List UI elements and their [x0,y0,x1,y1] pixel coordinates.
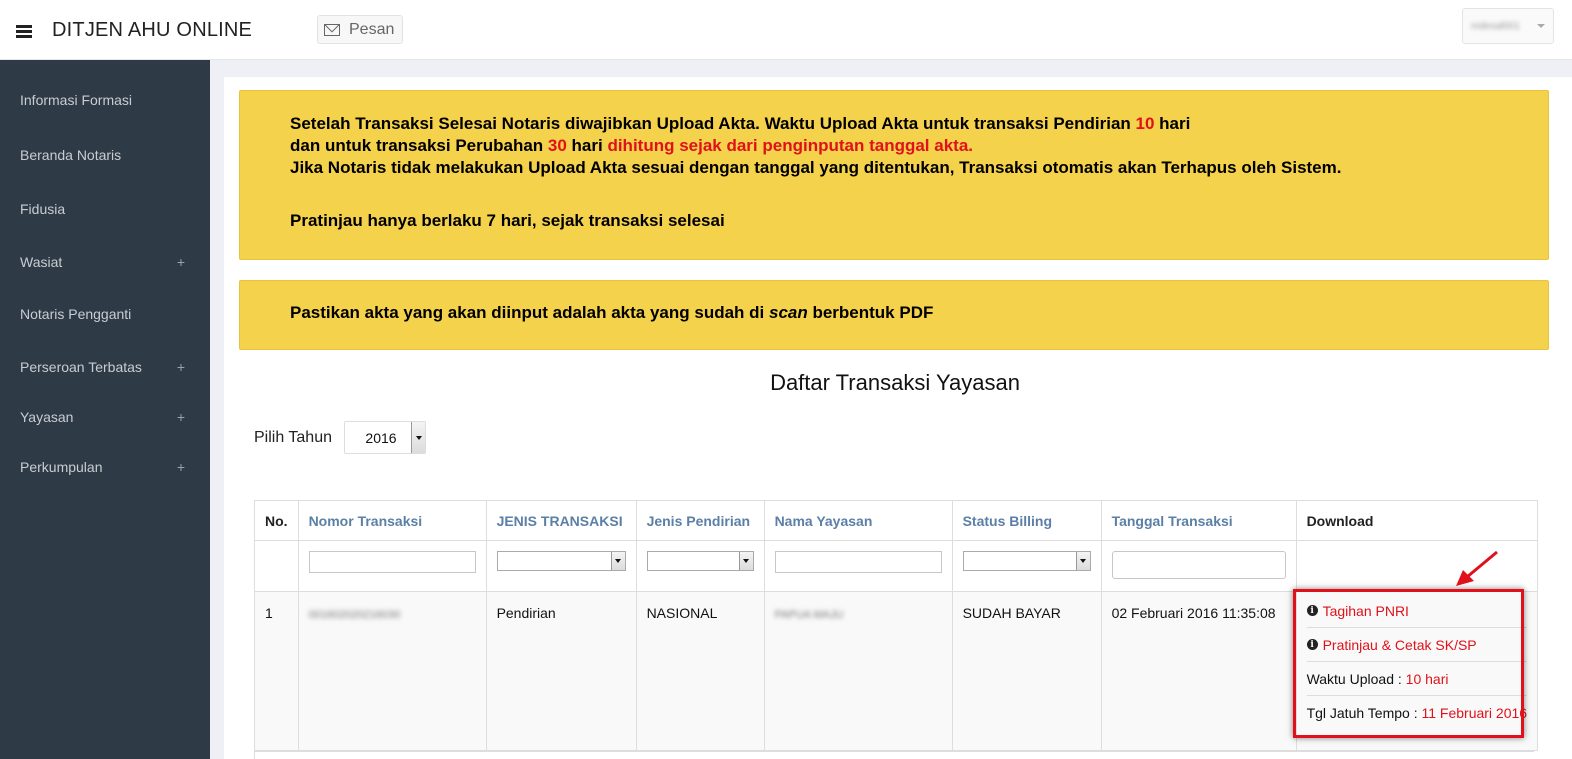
expand-plus-icon: + [176,359,185,375]
info-circle-icon: i [1306,605,1318,616]
year-select-value: 2016 [365,429,397,446]
column-header-download: Download [1295,500,1539,541]
top-navbar: DITJEN AHU ONLINE Pesan mdesal001 [0,0,1572,60]
sidebar-item-perkumpulan[interactable]: Perkumpulan + [0,452,210,482]
alert-line-1: Setelah Transaksi Selesai Notaris diwaji… [290,114,1191,133]
jatuh-tempo-label: Tgl Jatuh Tempo : [1306,705,1418,721]
sidebar-item-wasiat[interactable]: Wasiat + [0,247,210,277]
scan-pdf-note: Pastikan akta yang akan diinput adalah a… [290,303,934,322]
pratinjau-cetak-link[interactable]: Pratinjau & Cetak SK/SP [1323,637,1477,653]
filter-cell [1100,540,1297,592]
caret-down-icon [1537,24,1545,28]
column-header-jenis-transaksi[interactable]: JENIS TRANSAKSI [485,500,637,541]
filter-jenis-pendirian-select[interactable] [646,551,754,571]
message-button-label: Pesan [349,20,395,38]
info-circle-icon: i [1306,639,1318,650]
caret-down-icon [610,552,625,570]
scan-pdf-alert: Pastikan akta yang akan diinput adalah a… [239,280,1549,350]
filter-cell [635,540,765,592]
filter-nomor-transaksi-input[interactable] [308,551,476,573]
filter-row [254,540,1539,592]
cell-download: i Tagihan PNRI i Pratinjau & Cetak SK/SP… [1295,591,1539,751]
year-select[interactable]: 2016 [344,421,426,454]
caret-down-icon [411,422,425,453]
sidebar-item-beranda-notaris[interactable]: Beranda Notaris [0,140,210,170]
table-row: 1 001602020216030 Pendirian NASIONAL PAP… [254,591,1539,751]
next-row-edge [254,751,1534,759]
column-header-no[interactable]: No. [254,500,299,541]
nomor-transaksi-value: 001602020216030 [308,609,401,621]
sidebar-item-label: Yayasan [20,409,74,425]
cell-status-billing: SUDAH BAYAR [951,591,1102,751]
sidebar-item-label: Wasiat [20,254,63,270]
envelope-icon [324,23,340,36]
sidebar-item-informasi-formasi[interactable]: Informasi Formasi [0,85,210,115]
alert-line-2: dan untuk transaksi Perubahan 30 hari di… [290,136,973,155]
year-label: Pilih Tahun [254,429,332,446]
sidebar-item-perseroan-terbatas[interactable]: Perseroan Terbatas + [0,352,210,382]
column-header-jenis-pendirian[interactable]: Jenis Pendirian [635,500,765,541]
column-header-status-billing[interactable]: Status Billing [951,500,1102,541]
sidebar-item-label: Notaris Pengganti [20,306,132,322]
download-list: i Tagihan PNRI i Pratinjau & Cetak SK/SP… [1306,594,1528,730]
cell-nomor-transaksi: 001602020216030 [297,591,487,751]
filter-nama-yayasan-input[interactable] [774,551,942,573]
sidebar: Informasi Formasi Beranda Notaris Fidusi… [0,60,210,759]
page-title: Daftar Transaksi Yayasan [770,370,1020,395]
sidebar-item-label: Perseroan Terbatas [20,359,142,375]
waktu-upload-value: 10 hari [1405,670,1449,687]
tagihan-pnri-link[interactable]: Tagihan PNRI [1323,603,1409,619]
alert-line-3: Jika Notaris tidak melakukan Upload Akta… [290,158,1342,177]
sidebar-item-fidusia[interactable]: Fidusia [0,194,210,224]
column-header-nomor-transaksi[interactable]: Nomor Transaksi [297,500,487,541]
sidebar-item-yayasan[interactable]: Yayasan + [0,402,210,432]
main-panel: Setelah Transaksi Selesai Notaris diwaji… [224,77,1572,759]
sidebar-item-label: Informasi Formasi [20,92,133,108]
sidebar-item-notaris-pengganti[interactable]: Notaris Pengganti [0,299,210,329]
jatuh-tempo-value: 11 Februari 2016 [1421,705,1528,721]
download-item-jatuh-tempo: Tgl Jatuh Tempo : 11 Februari 2016 [1307,696,1528,730]
expand-plus-icon: + [176,459,185,475]
hamburger-icon[interactable] [16,25,32,38]
download-item-waktu-upload: Waktu Upload : 10 hari [1306,662,1528,696]
filter-cell [297,540,487,592]
caret-down-icon [1075,552,1090,570]
sidebar-item-label: Beranda Notaris [20,147,122,163]
upload-deadline-alert: Setelah Transaksi Selesai Notaris diwaji… [239,90,1549,260]
filter-cell [485,540,637,592]
user-menu-button[interactable]: mdesal001 [1462,8,1554,44]
caret-down-icon [738,552,753,570]
filter-cell [763,540,953,592]
column-header-tanggal-transaksi[interactable]: Tanggal Transaksi [1100,500,1297,541]
preview-validity-note: Pratinjau hanya berlaku 7 hari, sejak tr… [290,211,725,230]
cell-tanggal-transaksi: 02 Februari 2016 11:35:08 [1100,591,1297,751]
transactions-table: No. Nomor Transaksi JENIS TRANSAKSI Jeni… [254,500,1539,751]
cell-jenis-transaksi: Pendirian [485,591,637,751]
user-name: mdesal001 [1471,20,1520,32]
table-header-row: No. Nomor Transaksi JENIS TRANSAKSI Jeni… [254,500,1539,541]
nama-yayasan-value: PAPUA MAJU [774,609,844,621]
filter-cell-empty [1295,540,1539,592]
waktu-upload-label: Waktu Upload : [1306,670,1402,687]
brand-title[interactable]: DITJEN AHU ONLINE [52,19,252,42]
filter-cell [951,540,1102,592]
message-button[interactable]: Pesan [317,15,404,44]
sidebar-item-label: Fidusia [20,201,66,217]
cell-jenis-pendirian: NASIONAL [635,591,765,751]
expand-plus-icon: + [176,254,185,270]
cell-no: 1 [254,591,299,751]
filter-tanggal-transaksi-input[interactable] [1111,551,1286,579]
filter-cell-empty [254,540,299,592]
download-item-tagihan: i Tagihan PNRI [1306,594,1528,628]
filter-status-billing-select[interactable] [962,551,1091,571]
filter-jenis-transaksi-select[interactable] [496,551,626,571]
download-item-pratinjau: i Pratinjau & Cetak SK/SP [1306,628,1528,662]
cell-nama-yayasan: PAPUA MAJU [763,591,953,751]
expand-plus-icon: + [176,409,185,425]
column-header-nama-yayasan[interactable]: Nama Yayasan [763,500,953,541]
sidebar-item-label: Perkumpulan [20,459,103,475]
